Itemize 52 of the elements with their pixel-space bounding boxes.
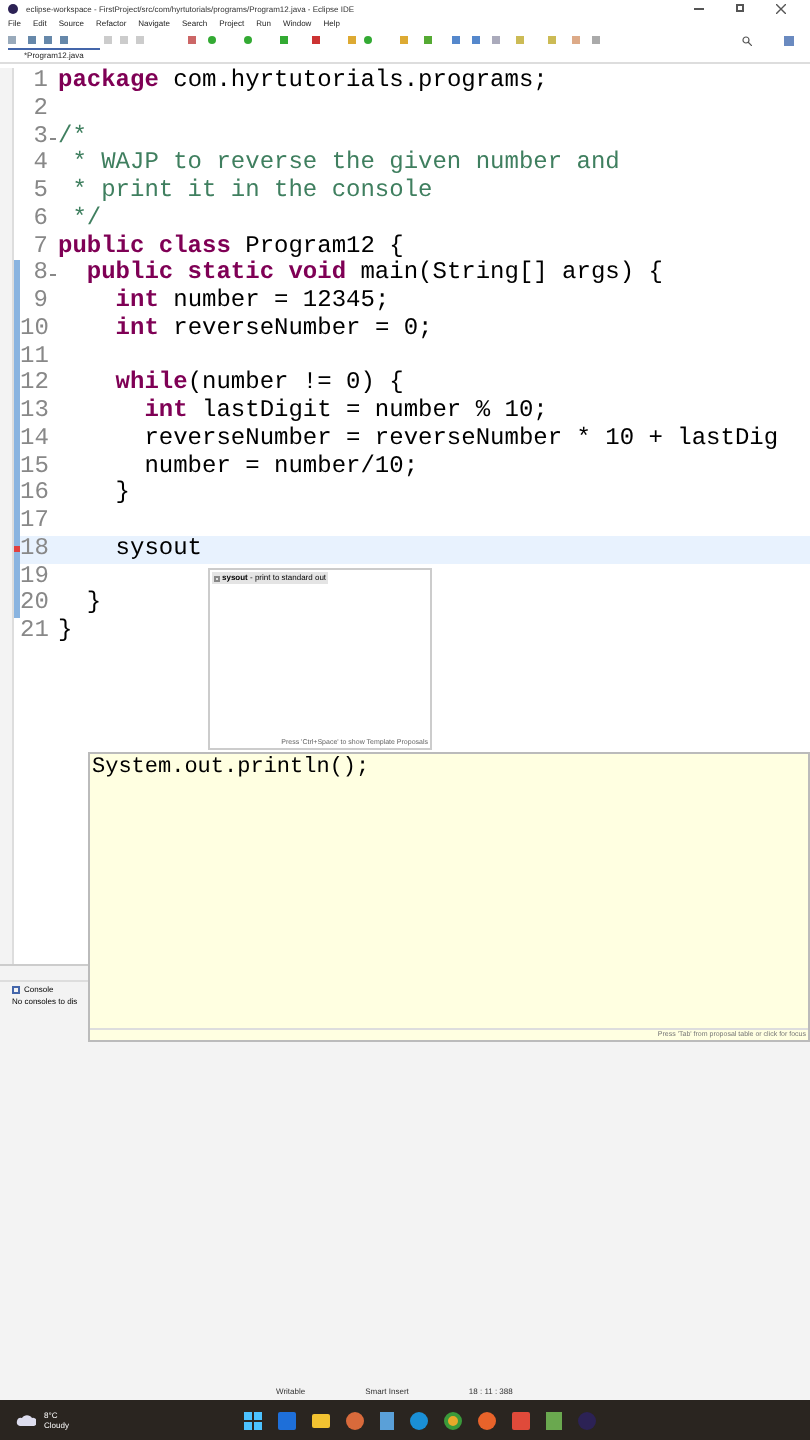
line-number: 4	[31, 150, 50, 178]
code-line: int lastDigit = number % 10;	[142, 398, 548, 426]
search-icon[interactable]	[742, 35, 752, 45]
line-number: 2	[31, 95, 50, 123]
code-preview: System.out.println();	[90, 754, 372, 782]
line-number: 10	[14, 315, 58, 343]
close-icon[interactable]	[776, 3, 786, 13]
line-number: 14	[14, 425, 58, 453]
line-number: 13	[14, 398, 58, 426]
code-line: }	[84, 590, 102, 618]
line-number: 20	[14, 590, 58, 618]
app-icon[interactable]	[346, 1411, 365, 1429]
code-line: int number = 12345;	[113, 288, 390, 316]
code-line: int reverseNumber = 0;	[113, 315, 433, 343]
line-number: 6	[31, 205, 50, 233]
code-line: public static void main(String[] args) {	[84, 260, 663, 288]
code-line: number = number/10;	[142, 453, 419, 481]
code-line: * WAJP to reverse the given number and	[70, 150, 620, 178]
app-icon[interactable]	[278, 1411, 297, 1429]
cloud-icon	[16, 1414, 36, 1426]
line-number: 3	[14, 123, 58, 151]
line-number: 18	[14, 535, 58, 563]
line-number: 5	[31, 178, 50, 206]
line-number: 19	[14, 563, 58, 591]
folder-icon[interactable]	[312, 1413, 331, 1427]
line-number: 12	[14, 370, 58, 398]
code-line: * print it in the console	[70, 178, 433, 206]
line-number: 9	[14, 288, 58, 316]
line-number: 15	[14, 453, 58, 481]
minimize-icon[interactable]	[694, 7, 704, 9]
line-number: 16	[14, 480, 58, 508]
line-number: 7	[31, 233, 50, 261]
document-icon[interactable]	[380, 1411, 395, 1429]
app-icon	[8, 3, 18, 13]
eclipse-icon[interactable]	[578, 1411, 597, 1429]
line-number: 21	[18, 618, 51, 646]
console-icon	[12, 986, 20, 994]
windows-start-icon[interactable]	[244, 1411, 263, 1429]
code-line: */	[70, 205, 102, 233]
code-line: while(number != 0) {	[113, 370, 404, 398]
code-line: /*	[58, 123, 87, 150]
code-line: package com.hyrtutorials.programs;	[58, 68, 548, 96]
code-line: }	[113, 480, 131, 508]
code-line: reverseNumber = reverseNumber * 10 + lastDig	[142, 425, 779, 453]
code-line: public class Program12 {	[58, 233, 404, 260]
line-number: 8	[14, 260, 58, 288]
maximize-icon[interactable]	[736, 4, 744, 12]
line-number: 1	[31, 68, 50, 96]
line-number: 11	[14, 343, 58, 371]
template-icon	[214, 575, 220, 581]
perspective-icon[interactable]	[784, 35, 794, 45]
code-line: }	[58, 618, 73, 646]
